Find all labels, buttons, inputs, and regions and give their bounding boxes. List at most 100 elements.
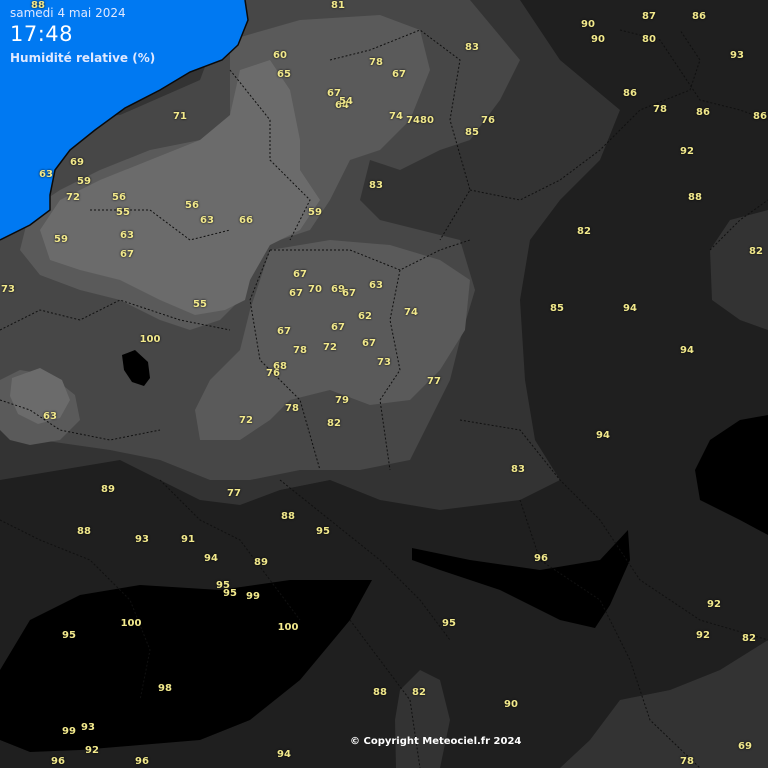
humidity-value-label: 82	[749, 246, 763, 257]
humidity-value-label: 82	[577, 226, 591, 237]
humidity-value-label: 7480	[406, 115, 434, 126]
humidity-value-label: 78	[285, 403, 299, 414]
humidity-value-label: 80	[642, 34, 656, 45]
humidity-value-label: 67	[293, 269, 307, 280]
humidity-value-label: 63	[369, 280, 383, 291]
humidity-value-label: 83	[369, 180, 383, 191]
humidity-value-label: 73	[1, 284, 15, 295]
humidity-value-label: 85	[465, 127, 479, 138]
humidity-value-label: 78	[680, 756, 694, 767]
humidity-value-label: 94	[596, 430, 610, 441]
humidity-value-label: 88	[281, 511, 295, 522]
humidity-value-label: 69	[738, 741, 752, 752]
humidity-value-label: 83	[465, 42, 479, 53]
humidity-value-label: 78	[653, 104, 667, 115]
humidity-value-label: 63	[39, 169, 53, 180]
variable-title: Humidité relative (%)	[10, 51, 156, 65]
humidity-value-label: 88	[31, 0, 45, 11]
humidity-value-label: 67	[277, 326, 291, 337]
humidity-value-label: 67	[362, 338, 376, 349]
humidity-value-label: 66	[239, 215, 253, 226]
humidity-value-label: 90	[504, 699, 518, 710]
humidity-value-label: 93	[135, 534, 149, 545]
humidity-value-label: 89	[101, 484, 115, 495]
humidity-value-label: 65	[277, 69, 291, 80]
humidity-value-label: 100	[277, 622, 299, 633]
humidity-value-label: 70	[308, 284, 322, 295]
humidity-value-label: 82	[327, 418, 341, 429]
humidity-contour-layer	[0, 0, 768, 768]
humidity-value-label: 67	[120, 249, 134, 260]
humidity-value-label: 91	[181, 534, 195, 545]
humidity-value-label: 86	[692, 11, 706, 22]
humidity-value-label: 69	[70, 157, 84, 168]
humidity-value-label: 67	[342, 288, 356, 299]
humidity-value-label: 86	[623, 88, 637, 99]
humidity-value-label: 94	[680, 345, 694, 356]
humidity-value-label: 55	[193, 299, 207, 310]
humidity-value-label: 67	[392, 69, 406, 80]
humidity-value-label: 78	[369, 57, 383, 68]
humidity-value-label: 59	[308, 207, 322, 218]
humidity-value-label: 54	[339, 96, 353, 107]
humidity-value-label: 67	[289, 288, 303, 299]
humidity-value-label: 72	[323, 342, 337, 353]
forecast-date: samedi 4 mai 2024	[10, 6, 126, 20]
humidity-value-label: 56	[112, 192, 126, 203]
humidity-value-label: 78	[293, 345, 307, 356]
humidity-value-label: 74	[389, 111, 403, 122]
copyright-notice: © Copyright Meteociel.fr 2024	[350, 736, 522, 747]
humidity-value-label: 82	[742, 633, 756, 644]
humidity-value-label: 60	[273, 50, 287, 61]
humidity-value-label: 63	[120, 230, 134, 241]
humidity-value-label: 96	[534, 553, 548, 564]
humidity-value-label: 92	[707, 599, 721, 610]
humidity-value-label: 76	[266, 368, 280, 379]
humidity-value-label: 96	[51, 756, 65, 767]
humidity-value-label: 85	[550, 303, 564, 314]
humidity-value-label: 73	[377, 357, 391, 368]
humidity-value-label: 86	[696, 107, 710, 118]
humidity-value-label: 96	[135, 756, 149, 767]
humidity-value-label: 83	[511, 464, 525, 475]
humidity-value-label: 74	[404, 307, 418, 318]
humidity-value-label: 94	[623, 303, 637, 314]
humidity-value-label: 89	[254, 557, 268, 568]
humidity-value-label: 55	[116, 207, 130, 218]
humidity-value-label: 100	[139, 334, 161, 345]
humidity-value-label: 77	[227, 488, 241, 499]
humidity-value-label: 71	[173, 111, 187, 122]
humidity-value-label: 94	[204, 553, 218, 564]
humidity-value-label: 92	[85, 745, 99, 756]
humidity-value-label: 56	[185, 200, 199, 211]
humidity-value-label: 95	[223, 588, 237, 599]
humidity-value-label: 92	[696, 630, 710, 641]
humidity-value-label: 72	[66, 192, 80, 203]
humidity-value-label: 59	[54, 234, 68, 245]
humidity-value-label: 88	[373, 687, 387, 698]
humidity-value-label: 99	[246, 591, 260, 602]
humidity-value-label: 95	[62, 630, 76, 641]
humidity-value-label: 81	[331, 0, 345, 11]
forecast-time: 17:48	[10, 22, 74, 46]
humidity-value-label: 63	[200, 215, 214, 226]
humidity-value-label: 67	[331, 322, 345, 333]
humidity-value-label: 59	[77, 176, 91, 187]
humidity-value-label: 93	[730, 50, 744, 61]
humidity-value-label: 62	[358, 311, 372, 322]
humidity-value-label: 82	[412, 687, 426, 698]
humidity-value-label: 90	[591, 34, 605, 45]
humidity-value-label: 77	[427, 376, 441, 387]
humidity-map: samedi 4 mai 2024 17:48 Humidité relativ…	[0, 0, 768, 768]
humidity-value-label: 92	[680, 146, 694, 157]
humidity-value-label: 100	[120, 618, 142, 629]
humidity-value-label: 87	[642, 11, 656, 22]
humidity-value-label: 99	[62, 726, 76, 737]
humidity-value-label: 90	[581, 19, 595, 30]
humidity-value-label: 88	[77, 526, 91, 537]
humidity-value-label: 95	[442, 618, 456, 629]
humidity-value-label: 86	[753, 111, 767, 122]
humidity-value-label: 79	[335, 395, 349, 406]
humidity-value-label: 72	[239, 415, 253, 426]
humidity-value-label: 93	[81, 722, 95, 733]
